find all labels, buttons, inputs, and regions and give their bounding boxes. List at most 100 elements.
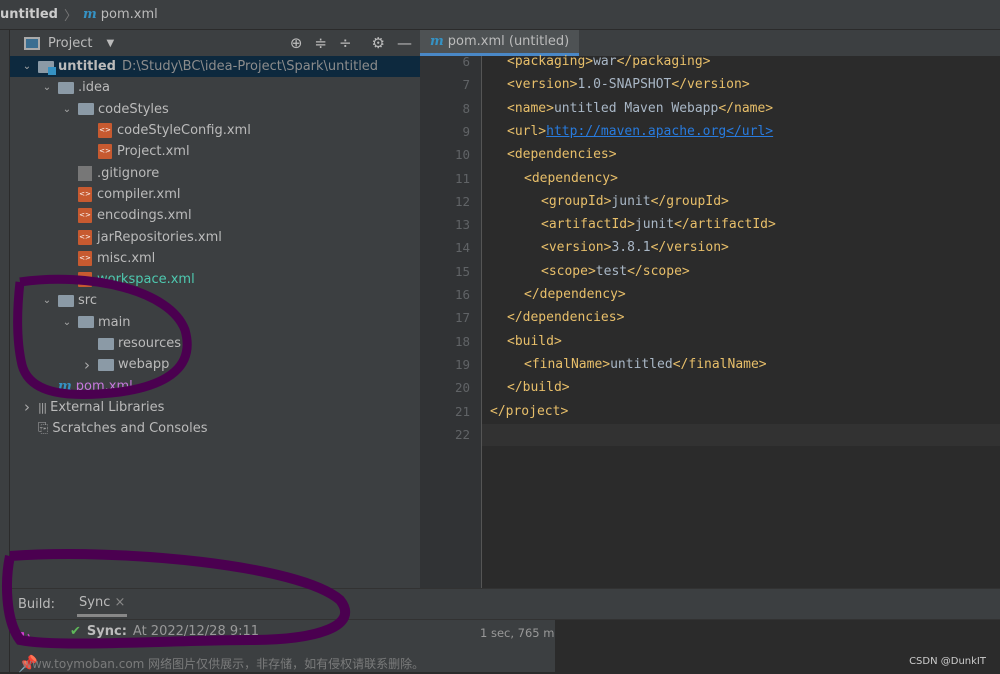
line-number: 6: [462, 54, 470, 69]
project-panel: Project ▼ ⊕ ≑ ÷ ⚙ — ⌄ untitled D:\Study\BC…: [10, 30, 420, 588]
chevron-down-icon[interactable]: ⌄: [40, 82, 54, 93]
editor: m pom.xml (untitled) 6 <packaging>war</pa…: [420, 30, 1000, 588]
code-line: </dependencies>: [507, 310, 625, 326]
tree-item-label: Scratches and Consoles: [52, 421, 208, 437]
sync-status-label: Sync:: [86, 624, 127, 639]
tree-item-label: External Libraries: [50, 399, 165, 415]
line-number: 18: [454, 333, 470, 349]
chevron-down-icon[interactable]: ⌄: [20, 61, 34, 72]
code-line: <artifactId>junit</artifactId>: [541, 217, 776, 233]
line-number: 9: [462, 123, 470, 139]
tree-item-label: codeStyles: [98, 101, 169, 117]
line-number: 20: [454, 380, 470, 396]
sync-status[interactable]: ✔ Sync: At 2022/12/28 9:11: [70, 624, 259, 639]
tree-item[interactable]: ⌄ main: [10, 312, 420, 333]
web-folder-icon: [98, 358, 114, 371]
tab-sync[interactable]: Sync ×: [77, 591, 128, 617]
watermark: www.toymoban.com 网络图片仅供展示，非存储，如有侵权请联系删除。: [22, 657, 425, 671]
tab-label: pom.xml (untitled): [447, 34, 570, 49]
code-line: <version>3.8.1</version>: [541, 240, 729, 256]
tree-item[interactable]: <> misc.xml: [10, 248, 420, 269]
tree-item[interactable]: ⌄ codeStyles: [10, 99, 420, 120]
line-number: 7: [462, 77, 470, 93]
code-line: <dependencies>: [507, 147, 617, 163]
build-label: Build:: [18, 596, 56, 612]
sync-status-text: At 2022/12/28 9:11: [132, 624, 260, 639]
chevron-right-icon[interactable]: ›: [20, 398, 34, 416]
tree-item[interactable]: ⌄ .idea: [10, 77, 420, 98]
sync-icon[interactable]: ↻: [18, 628, 31, 647]
build-panel: Build: Sync × ↻ 📌 ✔ Sync: At 2022/12/28 …: [10, 588, 1000, 674]
tree-item[interactable]: .gitignore: [10, 162, 420, 183]
tree-item[interactable]: <> compiler.xml: [10, 184, 420, 205]
folder-icon: [58, 81, 74, 94]
tree-item-label: Project.xml: [117, 144, 190, 160]
tree-item-label: resources: [118, 336, 182, 351]
code-line: <version>1.0-SNAPSHOT</version>: [507, 77, 750, 93]
tree-item-label: jarRepositories.xml: [97, 229, 222, 245]
tree-item[interactable]: <> jarRepositories.xml: [10, 226, 420, 247]
line-number: 19: [454, 356, 470, 372]
line-number: 12: [454, 193, 470, 209]
tree-item[interactable]: <> codeStyleConfig.xml: [10, 120, 420, 141]
tree-item[interactable]: ⎘ Scratches and Consoles: [10, 418, 420, 439]
expand-all-icon[interactable]: ≑: [314, 34, 327, 52]
tree-item[interactable]: › webapp: [10, 354, 420, 375]
tree-item[interactable]: ⌄ src: [10, 290, 420, 311]
gear-icon[interactable]: ⚙: [372, 34, 385, 52]
code-line: </build>: [507, 380, 570, 396]
tree-item-label: src: [78, 293, 97, 309]
breadcrumb-project[interactable]: untitled: [0, 7, 58, 22]
xml-icon: <>: [98, 123, 112, 139]
close-icon[interactable]: ×: [115, 595, 126, 610]
code-line: </project>: [490, 403, 569, 419]
tree-item[interactable]: resources: [10, 333, 420, 354]
xml-icon: <>: [98, 144, 112, 160]
chevron-down-icon[interactable]: ⌄: [40, 295, 54, 306]
tree-item[interactable]: ⌄ untitled D:\Study\BC\idea-Project\Spark\…: [10, 56, 420, 78]
tree-item[interactable]: <> Project.xml: [10, 141, 420, 162]
tree-item[interactable]: <> workspace.xml: [10, 269, 420, 290]
code-line: <build>: [507, 333, 562, 349]
tree-item[interactable]: › ||| External Libraries: [10, 397, 420, 418]
collapse-all-icon[interactable]: ÷: [339, 34, 352, 52]
xml-icon: <>: [78, 272, 92, 288]
code-line: <scope>test</scope>: [541, 263, 690, 279]
chevron-down-icon[interactable]: ▼: [106, 38, 114, 49]
project-tree: ⌄ untitled D:\Study\BC\idea-Project\Spark\…: [10, 56, 420, 439]
line-number: 16: [454, 287, 470, 302]
tree-item-label: webapp: [118, 357, 170, 373]
line-number: 21: [454, 403, 470, 419]
tree-item[interactable]: <> encodings.xml: [10, 205, 420, 226]
minimize-icon[interactable]: —: [397, 34, 412, 52]
current-line: [482, 423, 1000, 446]
line-number: 13: [454, 217, 470, 233]
chevron-down-icon[interactable]: ⌄: [60, 104, 74, 115]
left-tool-strip[interactable]: [0, 30, 10, 672]
maven-icon: m: [58, 378, 72, 394]
tab-pom-xml[interactable]: m pom.xml (untitled): [420, 30, 580, 56]
tree-item[interactable]: m pom.xml: [10, 375, 420, 396]
code-line: <packaging>war</packaging>: [507, 54, 711, 69]
xml-icon: <>: [78, 250, 92, 266]
line-number: 11: [454, 170, 470, 186]
maven-icon: m: [430, 34, 444, 49]
locate-icon[interactable]: ⊕: [290, 34, 303, 52]
folder-icon: [78, 103, 94, 116]
tree-item-label: main: [98, 314, 131, 330]
breadcrumb-file[interactable]: pom.xml: [101, 7, 158, 22]
line-number: 10: [454, 147, 470, 163]
tree-item-label: codeStyleConfig.xml: [117, 123, 251, 139]
module-folder-icon: [38, 60, 56, 75]
breadcrumb-separator: 〉: [63, 9, 77, 24]
project-view-icon: [24, 36, 40, 50]
project-view-selector[interactable]: Project: [48, 36, 92, 51]
chevron-down-icon[interactable]: ⌄: [60, 317, 74, 328]
tree-item-label: .idea: [78, 80, 110, 96]
credit: CSDN @DunkIT: [909, 656, 986, 667]
chevron-right-icon[interactable]: ›: [80, 356, 94, 374]
tree-item-label: misc.xml: [97, 250, 156, 266]
tree-item-label: .gitignore: [97, 165, 160, 181]
line-number: 17: [454, 310, 470, 326]
xml-icon: <>: [78, 208, 92, 224]
